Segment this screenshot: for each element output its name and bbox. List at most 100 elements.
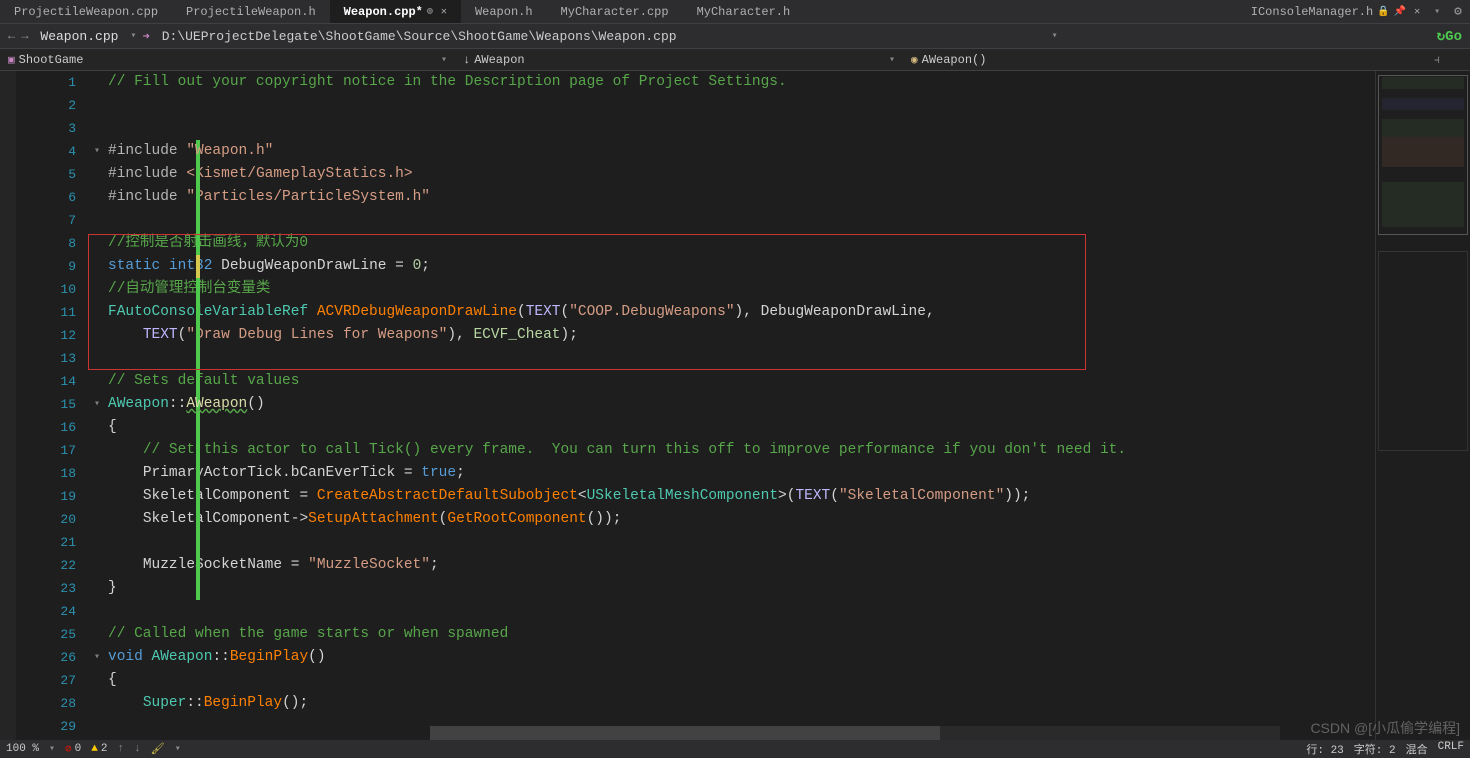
code-line[interactable]: //自动管理控制台变量类 xyxy=(108,278,1375,301)
go-button[interactable]: ↻Go xyxy=(1437,28,1462,45)
line-number: 2 xyxy=(16,94,76,117)
split-icon[interactable]: ⫞ xyxy=(1434,53,1470,67)
line-number: 28 xyxy=(16,692,76,715)
code-line[interactable] xyxy=(108,94,1375,117)
editor: 1234567891011121314151617181920212223242… xyxy=(0,71,1470,740)
nav-toolbar: ← → Weapon.cpp ▾ ➜ D:\UEProjectDelegate\… xyxy=(0,24,1470,49)
line-number: 16 xyxy=(16,416,76,439)
status-line[interactable]: 行: 23 xyxy=(1306,741,1343,757)
fold-icon[interactable]: ▾ xyxy=(94,140,100,163)
breadcrumb-project[interactable]: ▣ShootGame▾ xyxy=(0,49,455,70)
line-number: 14 xyxy=(16,370,76,393)
status-indent[interactable]: 混合 xyxy=(1406,741,1428,757)
file-path: D:\UEProjectDelegate\ShootGame\Source\Sh… xyxy=(162,29,677,44)
line-gutter: 1234567891011121314151617181920212223242… xyxy=(16,71,90,740)
code-line[interactable] xyxy=(108,347,1375,370)
close-icon[interactable]: ✕ xyxy=(1414,6,1420,18)
zoom-level[interactable]: 100 % xyxy=(6,743,39,755)
line-number: 9 xyxy=(16,255,76,278)
error-count[interactable]: ⊘0 xyxy=(65,742,81,756)
code-line[interactable] xyxy=(108,117,1375,140)
code-line[interactable]: ▾#include "Weapon.h" xyxy=(108,140,1375,163)
breadcrumb-method[interactable]: ◉AWeapon() xyxy=(903,49,994,70)
line-number: 17 xyxy=(16,439,76,462)
line-number: 13 xyxy=(16,347,76,370)
code-line[interactable]: TEXT("Draw Debug Lines for Weapons"), EC… xyxy=(108,324,1375,347)
code-line[interactable]: SkeletalComponent = CreateAbstractDefaul… xyxy=(108,485,1375,508)
code-line[interactable]: Super::BeginPlay(); xyxy=(108,692,1375,715)
code-line[interactable]: PrimaryActorTick.bCanEverTick = true; xyxy=(108,462,1375,485)
code-line[interactable]: ▾void AWeapon::BeginPlay() xyxy=(108,646,1375,669)
line-number: 15 xyxy=(16,393,76,416)
warn-icon: ▲ xyxy=(91,743,98,755)
code-line[interactable]: } xyxy=(108,577,1375,600)
code-line[interactable]: // Called when the game starts or when s… xyxy=(108,623,1375,646)
code-line[interactable] xyxy=(108,209,1375,232)
code-line[interactable]: #include <Kismet/GameplayStatics.h> xyxy=(108,163,1375,186)
tab-weapon-cpp[interactable]: Weapon.cpp*⊕✕ xyxy=(330,0,461,23)
status-char[interactable]: 字符: 2 xyxy=(1354,741,1396,757)
line-number: 21 xyxy=(16,531,76,554)
project-icon: ▣ xyxy=(8,53,15,67)
tab-weapon-h[interactable]: Weapon.h xyxy=(461,0,547,23)
tab-iconsolemanager-h[interactable]: IConsoleManager.h 🔒 📌 ✕ xyxy=(1237,0,1428,23)
code-line[interactable]: MuzzleSocketName = "MuzzleSocket"; xyxy=(108,554,1375,577)
pin-icon[interactable]: ⊕ xyxy=(427,6,433,18)
chevron-down-icon[interactable]: ▾ xyxy=(1052,30,1058,42)
line-number: 19 xyxy=(16,485,76,508)
h-scrollbar[interactable] xyxy=(430,726,1280,740)
line-number: 1 xyxy=(16,71,76,94)
line-number: 3 xyxy=(16,117,76,140)
fold-icon[interactable]: ▾ xyxy=(94,646,100,669)
line-number: 20 xyxy=(16,508,76,531)
line-number: 22 xyxy=(16,554,76,577)
breadcrumb: ▣ShootGame▾ ↓AWeapon▾ ◉AWeapon() ⫞ xyxy=(0,49,1470,71)
code-line[interactable]: // Fill out your copyright notice in the… xyxy=(108,71,1375,94)
line-number: 18 xyxy=(16,462,76,485)
line-number: 26 xyxy=(16,646,76,669)
tabs-overflow[interactable]: ▾ xyxy=(1428,6,1446,18)
line-number: 11 xyxy=(16,301,76,324)
lock-icon: 🔒 xyxy=(1377,6,1389,18)
next-issue[interactable]: ↓ xyxy=(134,743,141,755)
code-area[interactable]: // Fill out your copyright notice in the… xyxy=(90,71,1375,740)
nav-filename[interactable]: Weapon.cpp xyxy=(34,29,124,44)
tab-mycharacter-h[interactable]: MyCharacter.h xyxy=(683,0,805,23)
code-line[interactable] xyxy=(108,600,1375,623)
code-line[interactable]: FAutoConsoleVariableRef ACVRDebugWeaponD… xyxy=(108,301,1375,324)
arrow-down-icon: ↓ xyxy=(463,53,470,67)
fold-icon[interactable]: ▾ xyxy=(94,393,100,416)
code-line[interactable]: //控制是否射击画线，默认为0 xyxy=(108,232,1375,255)
close-icon[interactable]: ✕ xyxy=(441,6,447,18)
nav-fwd-icon[interactable]: → xyxy=(21,29,28,43)
code-line[interactable]: SkeletalComponent->SetupAttachment(GetRo… xyxy=(108,508,1375,531)
code-line[interactable]: static int32 DebugWeaponDrawLine = 0; xyxy=(108,255,1375,278)
line-number: 7 xyxy=(16,209,76,232)
line-number: 23 xyxy=(16,577,76,600)
code-line[interactable]: // Set this actor to call Tick() every f… xyxy=(108,439,1375,462)
line-number: 5 xyxy=(16,163,76,186)
file-tabs: ProjectileWeapon.cpp ProjectileWeapon.h … xyxy=(0,0,1470,24)
code-line[interactable]: // Sets default values xyxy=(108,370,1375,393)
pin-icon[interactable]: 📌 xyxy=(1394,6,1406,18)
code-line[interactable]: ▾AWeapon::AWeapon() xyxy=(108,393,1375,416)
code-line[interactable] xyxy=(108,531,1375,554)
code-line[interactable]: { xyxy=(108,416,1375,439)
warn-count[interactable]: ▲2 xyxy=(91,743,107,755)
minimap[interactable] xyxy=(1375,71,1470,740)
tab-mycharacter-cpp[interactable]: MyCharacter.cpp xyxy=(547,0,683,23)
tab-projectileweapon-cpp[interactable]: ProjectileWeapon.cpp xyxy=(0,0,172,23)
nav-back-icon[interactable]: ← xyxy=(8,29,15,43)
gear-icon[interactable]: ⚙ xyxy=(1446,4,1470,19)
breadcrumb-class[interactable]: ↓AWeapon▾ xyxy=(455,49,903,70)
code-line[interactable]: { xyxy=(108,669,1375,692)
brush-icon[interactable]: 🖌 xyxy=(151,742,165,756)
tab-projectileweapon-h[interactable]: ProjectileWeapon.h xyxy=(172,0,330,23)
code-line[interactable]: #include "Particles/ParticleSystem.h" xyxy=(108,186,1375,209)
line-number: 24 xyxy=(16,600,76,623)
status-crlf[interactable]: CRLF xyxy=(1438,741,1464,757)
chevron-down-icon[interactable]: ▾ xyxy=(130,30,136,42)
prev-issue[interactable]: ↑ xyxy=(118,743,125,755)
line-number: 4 xyxy=(16,140,76,163)
nav-arrow-icon[interactable]: ➜ xyxy=(142,29,149,44)
